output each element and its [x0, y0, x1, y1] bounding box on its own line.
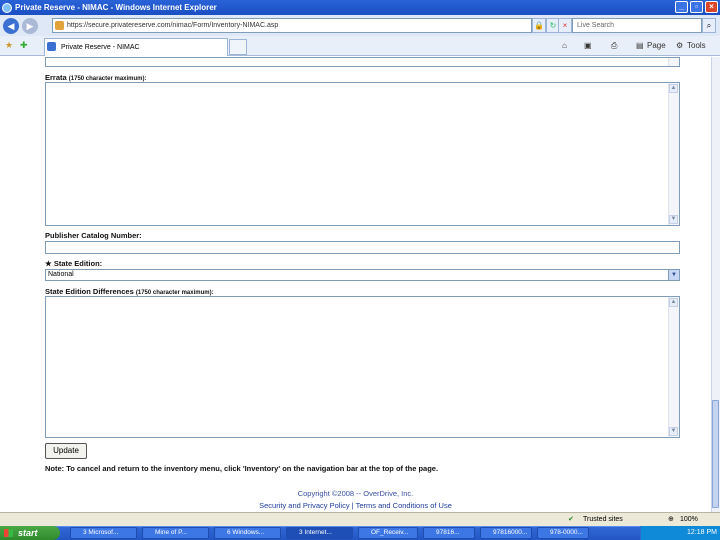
add-favorites-icon[interactable]: ✚ [20, 40, 28, 51]
maximize-button[interactable]: ▫ [690, 1, 703, 13]
zoom-level[interactable]: 100% [680, 513, 698, 526]
search-icon[interactable]: ⌕ [702, 18, 716, 33]
errata-textarea[interactable]: ▲ ▼ [45, 82, 680, 226]
tab-private-reserve[interactable]: Private Reserve - NIMAC [44, 38, 228, 56]
page-scrollbar-thumb[interactable] [712, 400, 719, 508]
forward-button[interactable]: ▶ [22, 17, 38, 34]
catalog-number-input[interactable] [45, 241, 680, 254]
scroll-down-icon[interactable]: ▼ [669, 427, 678, 436]
state-edition-value: National [48, 271, 74, 278]
new-tab-button[interactable] [229, 39, 247, 55]
search-input[interactable]: Live Search [572, 18, 702, 33]
zoom-icon[interactable]: ⊕ [668, 513, 674, 526]
feeds-icon[interactable]: ▣ [584, 40, 592, 52]
system-tray: 12:18 PM [640, 526, 720, 540]
trusted-check-icon: ✔ [568, 516, 574, 523]
taskbar-item[interactable]: OF_Receiv... [358, 527, 418, 539]
footer-links: Security and Privacy Policy | Terms and … [0, 501, 711, 510]
status-bar: ✔ Trusted sites ⊕ 100% [0, 512, 720, 526]
differences-label: State Edition Differences (1750 characte… [45, 287, 214, 296]
title-bar: Private Reserve - NIMAC - Windows Intern… [0, 0, 720, 15]
favorites-star-icon[interactable]: ★ [5, 40, 13, 51]
ie-icon [2, 2, 12, 13]
lock-icon[interactable]: 🔒 [532, 18, 546, 33]
footer-separator: | [351, 501, 354, 510]
scroll-up-icon[interactable]: ▲ [669, 298, 678, 307]
page-icon [55, 21, 64, 30]
page-menu[interactable]: Page [647, 40, 666, 52]
security-zone: Trusted sites [583, 516, 623, 523]
taskbar-item[interactable]: 3 Microsof... [70, 527, 137, 539]
previous-textarea[interactable] [45, 57, 680, 67]
differences-textarea[interactable]: ▲ ▼ [45, 296, 680, 438]
clock: 12:18 PM [687, 529, 717, 536]
required-star-icon: ★ [45, 259, 52, 268]
minimize-button[interactable]: _ [675, 1, 688, 13]
cancel-note: Note: To cancel and return to the invent… [45, 464, 439, 473]
tools-menu[interactable]: Tools [687, 40, 706, 52]
state-edition-label: ★ State Edition: [45, 259, 103, 268]
address-bar[interactable]: https://secure.privatereserve.com/nimac/… [52, 18, 532, 33]
home-icon[interactable]: ⌂ [562, 40, 567, 52]
window-title: Private Reserve - NIMAC - Windows Intern… [15, 3, 217, 12]
chevron-down-icon[interactable]: ▼ [668, 270, 679, 280]
scroll-up-icon[interactable]: ▲ [669, 84, 678, 93]
taskbar-item[interactable]: 978-0000... [537, 527, 589, 539]
close-button[interactable]: × [705, 1, 718, 13]
taskbar-item[interactable]: 3 Internet... [286, 527, 353, 539]
state-edition-select[interactable]: National ▼ [45, 269, 680, 281]
page-icon-cmd[interactable]: ▤ [636, 40, 644, 52]
taskbar-item[interactable]: 97816000... [480, 527, 532, 539]
taskbar-item[interactable]: Mine of P... [142, 527, 209, 539]
print-icon[interactable]: ⎙ [611, 40, 617, 52]
update-button[interactable]: Update [45, 443, 87, 459]
catalog-number-label: Publisher Catalog Number: [45, 231, 142, 240]
start-button[interactable]: start [0, 526, 60, 540]
taskbar-item[interactable]: 6 Windows... [214, 527, 281, 539]
gear-icon[interactable]: ⚙ [676, 40, 683, 52]
stop-icon[interactable]: × [558, 18, 572, 33]
terms-link[interactable]: Terms and Conditions of Use [356, 501, 452, 510]
errata-label: Errata (1750 character maximum): [45, 73, 147, 82]
copyright: Copyright ©2008 -- OverDrive, Inc. [297, 489, 414, 498]
back-button[interactable]: ◀ [3, 17, 19, 34]
tab-icon [47, 42, 56, 51]
security-privacy-link[interactable]: Security and Privacy Policy [259, 501, 349, 510]
scroll-down-icon[interactable]: ▼ [669, 215, 678, 224]
taskbar-item[interactable]: 97816... [423, 527, 475, 539]
